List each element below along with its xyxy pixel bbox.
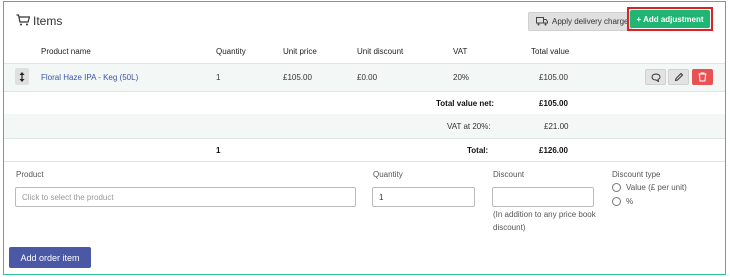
apply-delivery-charge-button[interactable]: Apply delivery charge (528, 12, 632, 31)
discount-input[interactable] (492, 187, 594, 207)
column-total-value: Total value (531, 47, 570, 56)
item-quantity: 1 (216, 73, 221, 82)
item-vat: 20% (453, 73, 470, 82)
items-panel: Items Apply delivery charge Product name… (3, 1, 726, 275)
product-select-input[interactable]: Click to select the product (15, 187, 356, 207)
product-select-placeholder: Click to select the product (22, 192, 114, 202)
product-field-label: Product (16, 170, 44, 179)
discount-type-value-label: Value (£ per unit) (626, 183, 687, 192)
quantity-input-value: 1 (379, 192, 384, 202)
item-product-link[interactable]: Floral Haze IPA - Keg (50L) (41, 73, 138, 82)
discount-note-line2: discount) (493, 223, 526, 232)
edit-button[interactable] (668, 69, 689, 85)
trash-icon (698, 72, 707, 82)
column-unit-price: Unit price (283, 47, 317, 56)
add-order-item-button[interactable]: Add order item (9, 247, 91, 268)
item-unit-price: £105.00 (283, 73, 312, 82)
discount-type-label: Discount type (612, 170, 661, 179)
item-unit-discount: £0.00 (357, 73, 378, 82)
vat-value: £21.00 (544, 122, 569, 131)
discount-type-percent-label: % (626, 197, 634, 206)
discount-note-line1: (In addition to any price book (493, 210, 596, 219)
total-value-net: £105.00 (539, 99, 568, 108)
apply-delivery-charge-label: Apply delivery charge (552, 17, 629, 26)
radio-circle (612, 197, 621, 206)
truck-icon (536, 17, 548, 26)
summary-vat-row: VAT at 20%: £21.00 (4, 114, 725, 138)
quantity-input[interactable]: 1 (372, 187, 475, 207)
item-total-value: £105.00 (539, 73, 568, 82)
drag-arrows-icon (19, 71, 25, 82)
items-title: Items (33, 14, 63, 28)
highlight-box (627, 7, 713, 31)
column-vat: VAT (453, 47, 468, 56)
table-row: Floral Haze IPA - Keg (50L) 1 £105.00 £0… (4, 64, 725, 91)
pencil-icon (674, 72, 683, 82)
comment-icon (650, 72, 661, 82)
discount-type-value-radio[interactable]: Value (£ per unit) (612, 183, 687, 192)
discount-field-label: Discount (493, 170, 525, 179)
summary-net-row: Total value net: £105.00 (4, 91, 725, 114)
drag-handle[interactable] (15, 68, 29, 85)
radio-circle (612, 183, 621, 192)
summary-total-row: 1 Total: £126.00 (4, 138, 725, 161)
table-header: Product name Quantity Unit price Unit di… (4, 39, 725, 63)
total-value-net-label: Total value net: (436, 99, 495, 108)
column-product-name: Product name (41, 47, 91, 56)
total-quantity: 1 (216, 146, 221, 155)
comment-button[interactable] (645, 69, 666, 85)
total-label: Total: (467, 146, 489, 155)
cart-icon (16, 14, 30, 26)
vat-label: VAT at 20%: (447, 122, 491, 131)
column-unit-discount: Unit discount (357, 47, 404, 56)
add-order-item-label: Add order item (20, 252, 80, 263)
column-quantity: Quantity (216, 47, 246, 56)
delete-button[interactable] (692, 69, 713, 85)
total-value: £126.00 (539, 146, 568, 155)
discount-type-percent-radio[interactable]: % (612, 197, 633, 206)
items-header: Items Apply delivery charge (4, 2, 725, 38)
quantity-field-label: Quantity (373, 170, 403, 179)
